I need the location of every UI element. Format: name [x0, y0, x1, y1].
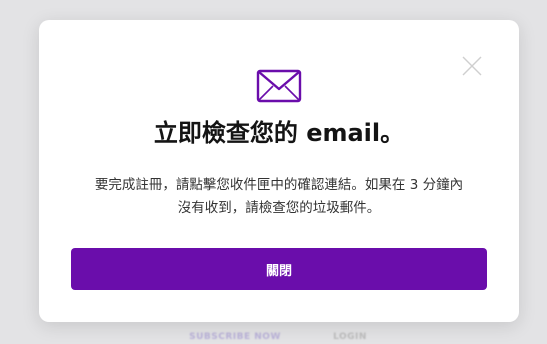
message-line-1: 要完成註冊，請點擊您收件匣中的確認連結。如果在 3 分鐘內: [94, 177, 464, 193]
email-confirmation-modal: 立即檢查您的 email。 要完成註冊，請點擊您收件匣中的確認連結。如果在 3 …: [39, 20, 519, 322]
subscribe-button: SUBSCRIBE NOW: [189, 332, 281, 342]
modal-message: 要完成註冊，請點擊您收件匣中的確認連結。如果在 3 分鐘內 沒有收到，請檢查您的…: [69, 174, 489, 220]
modal-title: 立即檢查您的 email。: [153, 119, 405, 147]
envelope-icon: [256, 69, 302, 103]
background-nav: SUBSCRIBE NOW LOGIN: [0, 328, 547, 344]
close-button[interactable]: 關閉: [71, 248, 487, 290]
message-line-2: 沒有收到，請檢查您的垃圾郵件。: [177, 200, 381, 216]
login-button: LOGIN: [333, 332, 367, 342]
close-icon[interactable]: [460, 54, 484, 78]
